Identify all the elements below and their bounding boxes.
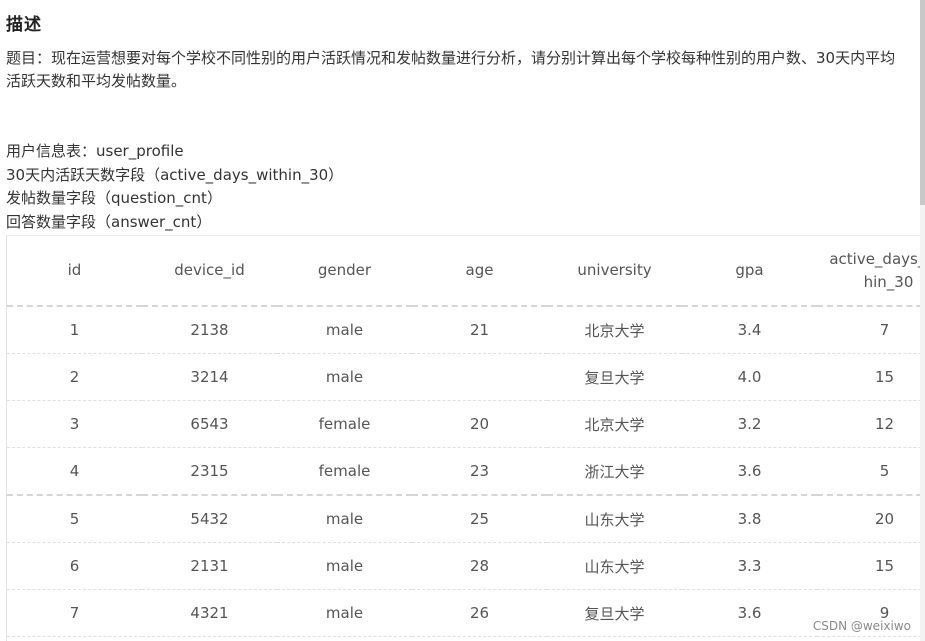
cell-gender: male <box>277 306 412 354</box>
scrollbar-thumb[interactable] <box>920 0 925 205</box>
cell-age: 28 <box>412 542 547 590</box>
table-header-row: id device_id gender age university gpa a… <box>7 236 921 307</box>
cell-university: 复旦大学 <box>547 353 682 401</box>
cell-id: 5 <box>7 495 142 543</box>
cell-gender: female <box>277 447 412 496</box>
cell-active-days: 20 <box>817 495 921 543</box>
header-age: age <box>412 236 547 307</box>
cell-university: 北京大学 <box>547 306 682 354</box>
info-line-question-cnt: 发帖数量字段（question_cnt） <box>6 189 222 207</box>
header-gpa: gpa <box>682 236 817 307</box>
cell-university: 浙江大学 <box>547 447 682 496</box>
table-info: 用户信息表：user_profile 30天内活跃天数字段（active_day… <box>6 140 343 234</box>
cell-age: 20 <box>412 400 547 448</box>
user-profile-table: id device_id gender age university gpa a… <box>7 236 921 637</box>
cell-age: 21 <box>412 306 547 354</box>
cell-active-days: 5 <box>817 447 921 496</box>
section-heading: 描述 <box>6 15 42 35</box>
info-line-table-name: 用户信息表：user_profile <box>6 142 184 160</box>
cell-gpa: 4.0 <box>682 353 817 401</box>
info-line-active-days: 30天内活跃天数字段（active_days_within_30） <box>6 165 344 184</box>
cell-gender: male <box>277 353 412 401</box>
cell-device-id: 2131 <box>142 542 277 590</box>
page: 描述 题目：现在运营想要对每个学校不同性别的用户活跃情况和发帖数量进行分析，请分… <box>0 0 925 641</box>
header-active-days: active_days_within_30 <box>817 236 921 307</box>
cell-device-id: 2138 <box>142 306 277 354</box>
cell-id: 7 <box>7 589 142 637</box>
cell-gpa: 3.3 <box>682 542 817 590</box>
cell-university: 山东大学 <box>547 495 682 543</box>
cell-device-id: 6543 <box>142 400 277 448</box>
cell-id: 6 <box>7 542 142 590</box>
cell-gender: male <box>277 542 412 590</box>
question-text: 题目：现在运营想要对每个学校不同性别的用户活跃情况和发帖数量进行分析，请分别计算… <box>6 49 896 90</box>
user-profile-table-container[interactable]: id device_id gender age university gpa a… <box>6 235 921 641</box>
header-gender: gender <box>277 236 412 307</box>
cell-device-id: 4321 <box>142 589 277 637</box>
cell-university: 北京大学 <box>547 400 682 448</box>
table-row: 1 2138 male 21 北京大学 3.4 7 <box>7 306 921 354</box>
cell-age <box>412 353 547 401</box>
cell-active-days: 7 <box>817 306 921 354</box>
cell-age: 25 <box>412 495 547 543</box>
table-row: 5 5432 male 25 山东大学 3.8 20 <box>7 495 921 543</box>
cell-gpa: 3.4 <box>682 306 817 354</box>
cell-device-id: 3214 <box>142 353 277 401</box>
cell-device-id: 5432 <box>142 495 277 543</box>
cell-university: 复旦大学 <box>547 589 682 637</box>
cell-gender: male <box>277 589 412 637</box>
header-university: university <box>547 236 682 307</box>
table-row: 6 2131 male 28 山东大学 3.3 15 <box>7 542 921 590</box>
cell-gpa: 3.2 <box>682 400 817 448</box>
table-row: 2 3214 male 复旦大学 4.0 15 <box>7 353 921 401</box>
header-id: id <box>7 236 142 307</box>
info-line-answer-cnt: 回答数量字段（answer_cnt） <box>6 212 212 231</box>
cell-id: 2 <box>7 353 142 401</box>
cell-id: 4 <box>7 447 142 496</box>
cell-active-days: 12 <box>817 400 921 448</box>
cell-gpa: 3.6 <box>682 589 817 637</box>
cell-age: 23 <box>412 447 547 496</box>
cell-age: 26 <box>412 589 547 637</box>
cell-device-id: 2315 <box>142 447 277 496</box>
cell-gender: male <box>277 495 412 543</box>
table-row: 4 2315 female 23 浙江大学 3.6 5 <box>7 447 921 496</box>
table-row: 7 4321 male 26 复旦大学 3.6 9 <box>7 589 921 637</box>
cell-university: 山东大学 <box>547 542 682 590</box>
cell-gender: female <box>277 400 412 448</box>
header-device-id: device_id <box>142 236 277 307</box>
cell-active-days: 15 <box>817 353 921 401</box>
cell-active-days: 15 <box>817 542 921 590</box>
table-row: 3 6543 female 20 北京大学 3.2 12 <box>7 400 921 448</box>
cell-gpa: 3.6 <box>682 447 817 496</box>
csdn-watermark: CSDN @weixiwo <box>812 619 911 633</box>
cell-id: 3 <box>7 400 142 448</box>
cell-id: 1 <box>7 306 142 354</box>
vertical-scrollbar[interactable] <box>920 0 925 641</box>
cell-gpa: 3.8 <box>682 495 817 543</box>
